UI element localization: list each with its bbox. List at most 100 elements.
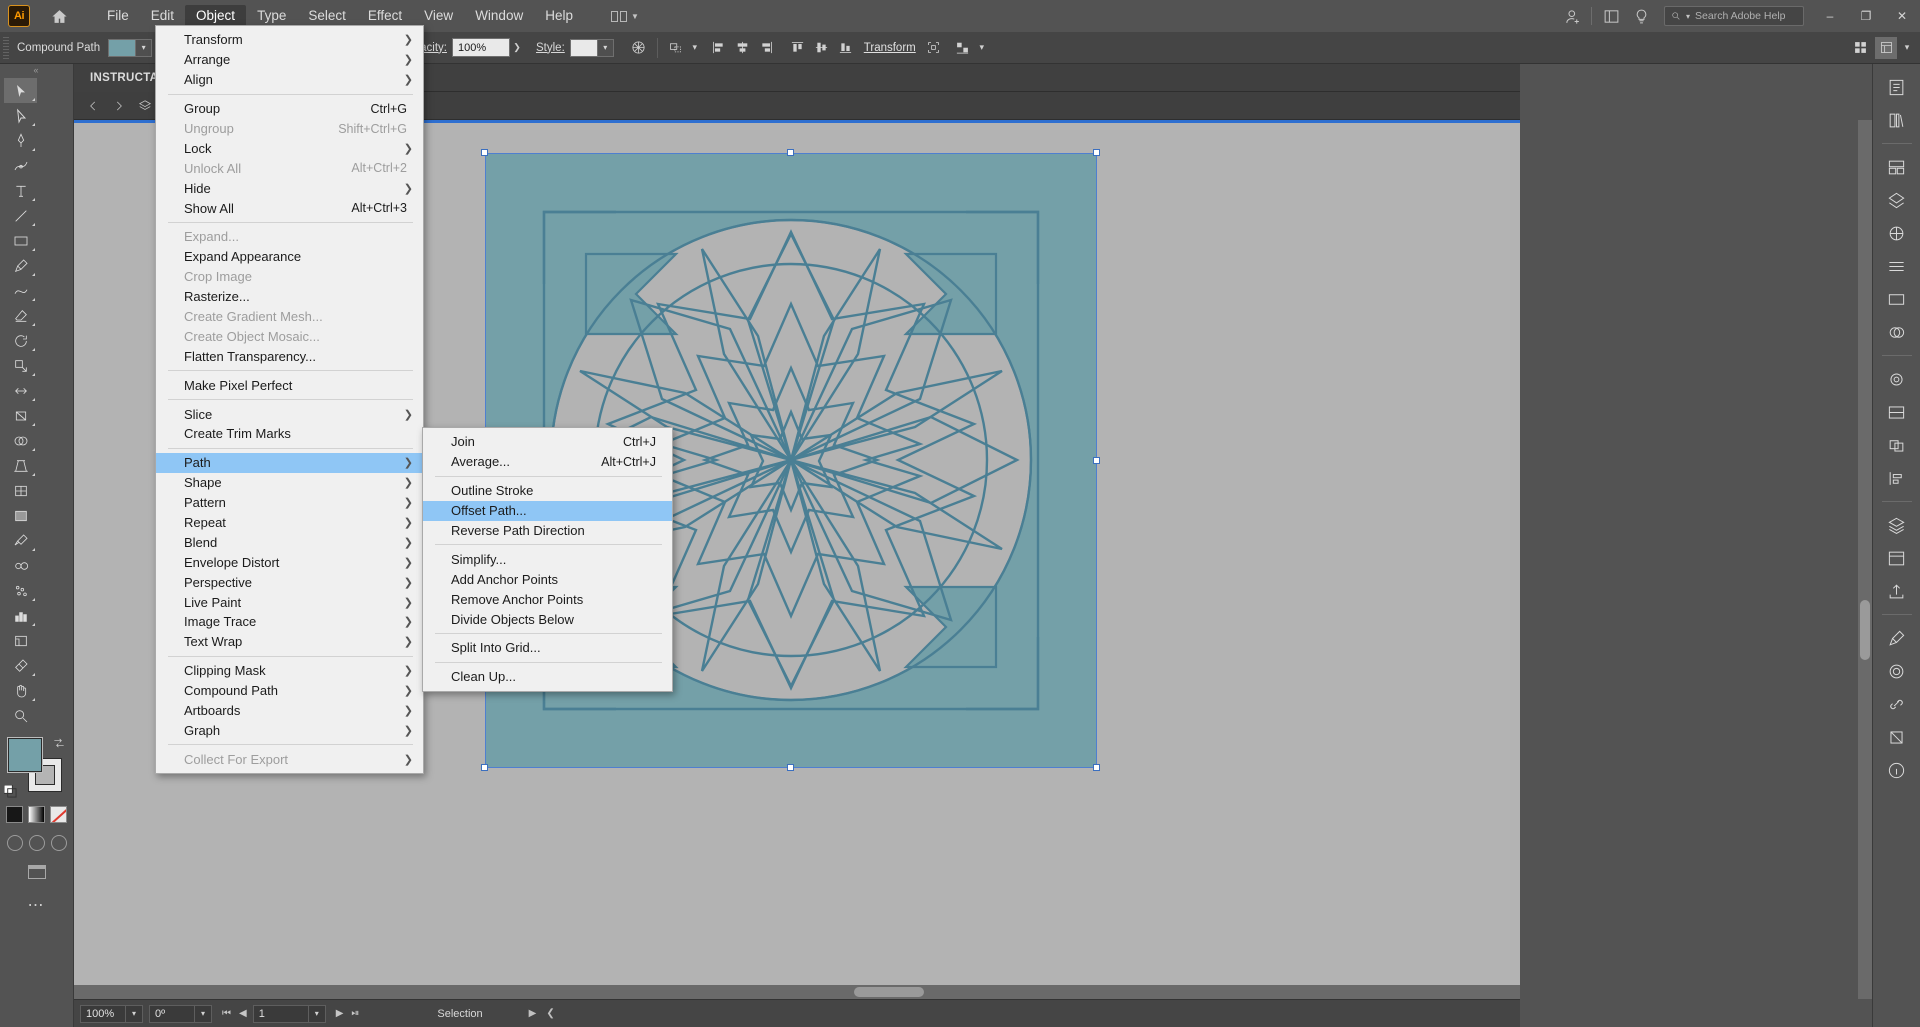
properties-panel-icon[interactable] xyxy=(1875,37,1897,59)
path-submenu-dropdown[interactable]: JoinCtrl+JAverage...Alt+Ctrl+J Outline St… xyxy=(422,427,673,692)
tool-selection[interactable] xyxy=(4,78,37,103)
panel-libraries-icon[interactable] xyxy=(1880,105,1914,135)
panel-asset-export-icon[interactable] xyxy=(1880,576,1914,606)
distribute-chevron-down-icon[interactable]: ▾ xyxy=(975,38,989,57)
panel-properties-icon[interactable] xyxy=(1880,72,1914,102)
object-menu-item-graph[interactable]: Graph❯ xyxy=(156,721,423,741)
tool-curvature[interactable] xyxy=(4,153,37,178)
menu-view[interactable]: View xyxy=(413,5,464,27)
object-menu-item-create-trim-marks[interactable]: Create Trim Marks xyxy=(156,424,423,444)
status-collapse-icon[interactable]: ❮ xyxy=(546,1008,554,1019)
selection-handle-tc[interactable] xyxy=(787,149,794,156)
path-submenu-item-average[interactable]: Average...Alt+Ctrl+J xyxy=(423,452,672,472)
path-submenu-item-remove-anchor-points[interactable]: Remove Anchor Points xyxy=(423,589,672,609)
tool-blend[interactable] xyxy=(4,553,37,578)
tool-slice[interactable] xyxy=(4,653,37,678)
vertical-scrollbar-thumb[interactable] xyxy=(1860,600,1870,660)
opacity-expand-icon[interactable]: ❯ xyxy=(510,38,524,57)
fill-swatch[interactable] xyxy=(108,39,136,57)
panel-graphic-styles-icon[interactable] xyxy=(1880,397,1914,427)
status-expand-icon[interactable]: ▶ xyxy=(529,1008,537,1019)
path-submenu-item-split-into-grid[interactable]: Split Into Grid... xyxy=(423,638,672,658)
object-menu-item-lock[interactable]: Lock❯ xyxy=(156,138,423,158)
tools-panel-grip[interactable]: « xyxy=(0,64,73,76)
canvas-vertical-scrollbar[interactable] xyxy=(1858,120,1872,999)
distribute-spacing-icon[interactable] xyxy=(952,37,974,59)
tool-paintbrush[interactable] xyxy=(4,253,37,278)
menu-effect[interactable]: Effect xyxy=(357,5,413,27)
object-menu-item-artboards[interactable]: Artboards❯ xyxy=(156,701,423,721)
arrange-documents-button[interactable]: ▼ xyxy=(606,9,644,24)
recolor-artwork-icon[interactable] xyxy=(628,37,650,59)
layers-icon[interactable] xyxy=(136,97,154,115)
selection-handle-bl[interactable] xyxy=(481,764,488,771)
panel-symbols-icon[interactable] xyxy=(1880,656,1914,686)
draw-behind-button[interactable] xyxy=(29,835,45,851)
tool-zoom[interactable] xyxy=(4,703,37,728)
previous-artboard-icon[interactable]: ◀ xyxy=(239,1008,247,1019)
isolate-selected-icon[interactable] xyxy=(923,37,945,59)
gradient-fill-button[interactable] xyxy=(28,806,45,823)
rotation-chevron-down-icon[interactable]: ▾ xyxy=(195,1005,212,1023)
tool-free-transform[interactable] xyxy=(4,403,37,428)
object-menu-item-compound-path[interactable]: Compound Path❯ xyxy=(156,681,423,701)
minimize-button[interactable]: – xyxy=(1812,0,1848,32)
back-arrow-icon[interactable] xyxy=(84,97,102,115)
selection-handle-tl[interactable] xyxy=(481,149,488,156)
tool-hand[interactable] xyxy=(4,678,37,703)
panel-color-icon[interactable] xyxy=(1880,152,1914,182)
object-menu-item-pattern[interactable]: Pattern❯ xyxy=(156,493,423,513)
panel-transform-icon[interactable] xyxy=(1880,722,1914,752)
path-submenu-item-outline-stroke[interactable]: Outline Stroke xyxy=(423,481,672,501)
object-menu-item-rasterize[interactable]: Rasterize... xyxy=(156,287,423,307)
tool-width[interactable] xyxy=(4,378,37,403)
panel-pathfinder-icon[interactable] xyxy=(1880,430,1914,460)
object-menu-item-path[interactable]: Path❯ xyxy=(156,453,423,473)
panel-artboards-icon[interactable] xyxy=(1880,543,1914,573)
first-artboard-icon[interactable]: ⏮ xyxy=(222,1008,231,1019)
control-bar-grip[interactable] xyxy=(3,37,9,59)
horizontal-scrollbar-thumb[interactable] xyxy=(854,987,924,997)
object-menu-item-transform[interactable]: Transform❯ xyxy=(156,30,423,50)
align-top-icon[interactable] xyxy=(787,37,809,59)
transform-panel-link[interactable]: Transform xyxy=(864,42,916,54)
workspace-switcher-icon[interactable] xyxy=(1596,0,1626,32)
draw-normal-button[interactable] xyxy=(7,835,23,851)
tool-perspective-grid[interactable] xyxy=(4,453,37,478)
edit-toolbar-icon[interactable]: ⋯ xyxy=(0,895,73,915)
zoom-chevron-down-icon[interactable]: ▾ xyxy=(126,1005,143,1023)
search-help-input[interactable]: ▾ Search Adobe Help xyxy=(1664,6,1804,26)
tool-type[interactable] xyxy=(4,178,37,203)
object-menu-item-live-paint[interactable]: Live Paint❯ xyxy=(156,592,423,612)
grid-view-icon[interactable] xyxy=(1849,37,1871,59)
tool-pen[interactable] xyxy=(4,128,37,153)
panel-info-icon[interactable] xyxy=(1880,755,1914,785)
object-menu-item-shape[interactable]: Shape❯ xyxy=(156,473,423,493)
menu-file[interactable]: File xyxy=(96,5,140,27)
tool-gradient[interactable] xyxy=(4,503,37,528)
screen-mode-button[interactable] xyxy=(0,865,73,879)
next-artboard-icon[interactable]: ▶ xyxy=(336,1008,344,1019)
discover-bulb-icon[interactable] xyxy=(1626,0,1656,32)
panel-appearance-icon[interactable] xyxy=(1880,364,1914,394)
panel-transparency-icon[interactable] xyxy=(1880,317,1914,347)
tool-scale[interactable] xyxy=(4,353,37,378)
add-user-icon[interactable] xyxy=(1557,0,1587,32)
menu-window[interactable]: Window xyxy=(464,5,534,27)
object-menu-item-align[interactable]: Align❯ xyxy=(156,70,423,90)
graphic-style-swatch[interactable] xyxy=(570,39,598,57)
tool-eraser[interactable] xyxy=(4,303,37,328)
select-similar-chevron-down-icon[interactable]: ▾ xyxy=(688,38,702,57)
object-menu-item-hide[interactable]: Hide❯ xyxy=(156,178,423,198)
artboard-chevron-down-icon[interactable]: ▾ xyxy=(309,1005,326,1023)
tool-shape-builder[interactable] xyxy=(4,428,37,453)
object-menu-item-perspective[interactable]: Perspective❯ xyxy=(156,572,423,592)
align-center-vertical-icon[interactable] xyxy=(811,37,833,59)
align-right-icon[interactable] xyxy=(756,37,778,59)
path-submenu-item-join[interactable]: JoinCtrl+J xyxy=(423,432,672,452)
last-artboard-icon[interactable]: ⏯ xyxy=(351,1008,359,1019)
color-fill-button[interactable] xyxy=(6,806,23,823)
selection-handle-br[interactable] xyxy=(1093,764,1100,771)
align-bottom-icon[interactable] xyxy=(835,37,857,59)
object-menu-item-flatten-transparency[interactable]: Flatten Transparency... xyxy=(156,346,423,366)
